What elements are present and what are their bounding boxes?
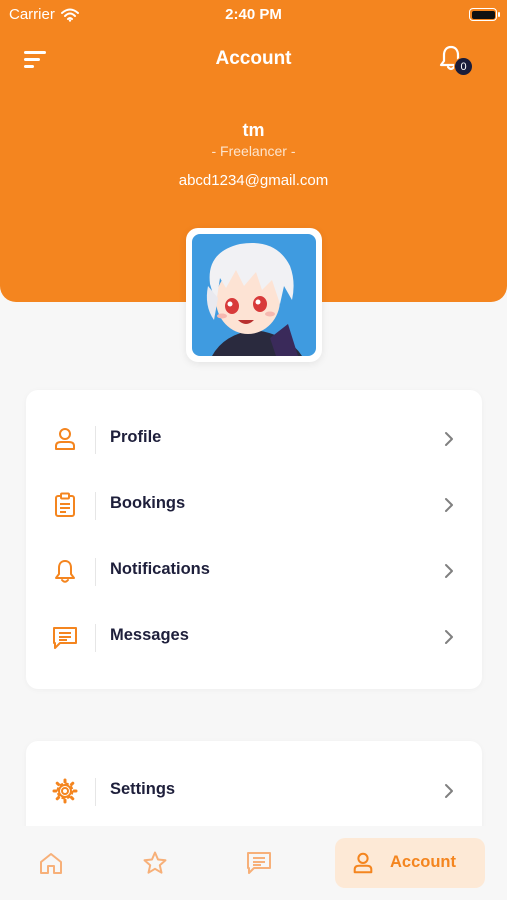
user-name: tm [242, 120, 265, 140]
menu-item-label: Profile [110, 428, 162, 446]
menu-card: Profile Bookings Notifications Messages [26, 390, 482, 689]
avatar-image [192, 234, 316, 356]
clipboard-icon [55, 492, 75, 517]
separator [95, 624, 96, 652]
menu-item-label: Messages [110, 626, 189, 644]
gear-icon [52, 778, 78, 804]
chevron-right-icon [445, 498, 453, 512]
status-time: 2:40 PM [225, 6, 282, 23]
menu-item-settings[interactable]: Settings [26, 758, 482, 824]
separator [95, 492, 96, 520]
status-bar: Carrier 2:40 PM [0, 0, 507, 28]
bell-icon [55, 560, 75, 583]
menu-item-bookings[interactable]: Bookings [26, 472, 482, 538]
message-icon [53, 627, 77, 649]
chevron-right-icon [445, 630, 453, 644]
chevron-right-icon [445, 564, 453, 578]
tab-account[interactable]: Account [335, 838, 485, 888]
home-icon [40, 853, 62, 874]
menu-item-label: Notifications [110, 560, 210, 578]
notifications-button[interactable]: 0 [436, 44, 473, 78]
tab-home[interactable] [28, 838, 74, 888]
menu-item-label: Bookings [110, 494, 186, 512]
menu-item-notifications[interactable]: Notifications [26, 538, 482, 604]
chevron-right-icon [445, 784, 453, 798]
menu-item-profile[interactable]: Profile [26, 406, 482, 472]
tab-messages[interactable] [236, 838, 282, 888]
tab-favorites[interactable] [132, 838, 178, 888]
chevron-right-icon [445, 432, 453, 446]
chat-icon [247, 852, 271, 874]
menu-item-messages[interactable]: Messages [26, 604, 482, 670]
star-icon [143, 851, 167, 874]
person-icon [353, 852, 373, 874]
separator [95, 426, 96, 454]
menu-item-label: Settings [110, 780, 176, 798]
page-title: Account [215, 48, 292, 69]
tab-account-label: Account [390, 853, 456, 871]
avatar[interactable] [186, 228, 322, 362]
separator [95, 778, 96, 806]
battery-icon [469, 8, 500, 21]
user-email: abcd1234@gmail.com [178, 172, 329, 189]
tab-bar: Account [0, 826, 507, 900]
notification-count-badge: 0 [454, 57, 473, 76]
user-role: - Freelancer - [211, 143, 296, 159]
person-icon [55, 428, 75, 450]
separator [95, 558, 96, 586]
